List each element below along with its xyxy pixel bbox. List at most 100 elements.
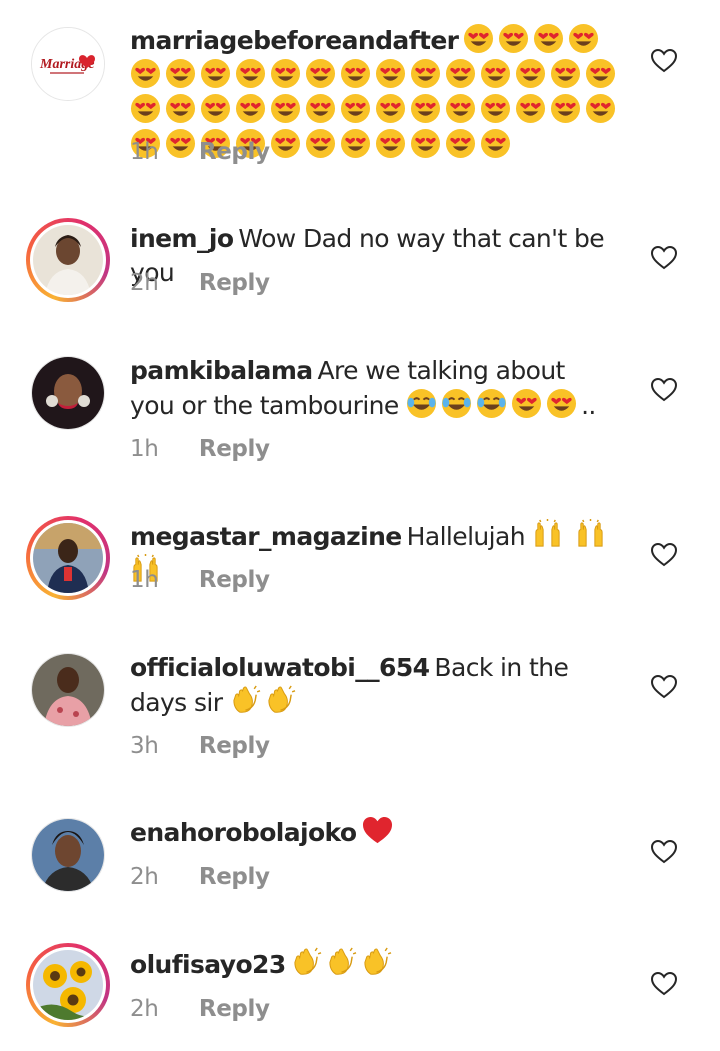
heart-eyes-emoji <box>235 58 266 89</box>
heart-eyes-emoji <box>270 128 301 159</box>
comment-username[interactable]: olufisayo23 <box>130 950 286 979</box>
heart-eyes-emoji <box>480 58 511 89</box>
heart-eyes-emoji <box>550 93 581 124</box>
heart-eyes-emoji <box>585 93 616 124</box>
avatar[interactable] <box>26 218 110 302</box>
avatar[interactable] <box>26 648 110 732</box>
avatar-photo <box>33 950 103 1020</box>
comment-meta: 2h Reply <box>130 270 270 296</box>
heart-eyes-emoji <box>499 23 529 54</box>
avatar[interactable] <box>26 516 110 600</box>
avatar-photo <box>31 818 105 892</box>
heart-eyes-emoji <box>515 93 546 124</box>
avatar-photo <box>33 523 103 593</box>
heart-eyes-emoji <box>550 58 581 89</box>
heart-outline-icon[interactable] <box>651 378 677 402</box>
clapping-hands-emoji <box>233 685 261 713</box>
heart-eyes-emoji <box>340 58 371 89</box>
heart-eyes-emoji <box>130 93 161 124</box>
heart-eyes-emoji <box>305 93 336 124</box>
comment-time: 1h <box>130 139 159 165</box>
reply-button[interactable]: Reply <box>199 864 270 890</box>
avatar[interactable] <box>26 351 110 435</box>
clapping-hands-emoji <box>329 947 356 975</box>
heart-eyes-emoji <box>235 93 266 124</box>
comment-username[interactable]: megastar_magazine <box>130 522 402 551</box>
heart-outline-icon[interactable] <box>651 675 677 699</box>
tears-of-joy-emoji <box>442 388 472 419</box>
heart-eyes-emoji <box>270 93 301 124</box>
heart-eyes-emoji <box>445 128 476 159</box>
comment-time: 3h <box>130 733 159 759</box>
comment-username[interactable]: pamkibalama <box>130 356 313 385</box>
comment-emojis <box>406 388 581 420</box>
comment-body: Hallelujah <box>406 522 526 551</box>
avatar-photo <box>31 653 105 727</box>
clapping-hands-emoji <box>294 947 321 975</box>
tears-of-joy-emoji <box>407 388 437 419</box>
heart-eyes-emoji <box>585 58 616 89</box>
comment-text: officialoluwatobi__654 Back in the days s… <box>130 651 630 720</box>
heart-outline-icon[interactable] <box>651 246 677 270</box>
comment-text: olufisayo23 <box>130 947 630 982</box>
reply-button[interactable]: Reply <box>199 436 270 462</box>
comment-meta: 2h Reply <box>130 996 270 1022</box>
comment-meta: 2h Reply <box>130 864 270 890</box>
reply-button[interactable]: Reply <box>199 139 270 165</box>
heart-eyes-emoji <box>410 128 441 159</box>
heart-eyes-emoji <box>270 58 301 89</box>
avatar[interactable] <box>26 813 110 897</box>
heart-outline-icon[interactable] <box>651 972 677 996</box>
comment-meta: 3h Reply <box>130 733 270 759</box>
heart-eyes-emoji <box>480 93 511 124</box>
comment-time: 2h <box>130 864 159 890</box>
clapping-hands-emoji <box>364 947 391 975</box>
avatar-logo-image: Marriage <box>31 27 105 101</box>
reply-button[interactable]: Reply <box>199 996 270 1022</box>
heart-outline-icon[interactable] <box>651 840 677 864</box>
comment-meta: 1h Reply <box>130 139 270 165</box>
comment-username[interactable]: marriagebeforeandafter <box>130 26 459 55</box>
heart-outline-icon[interactable] <box>651 49 677 73</box>
avatar[interactable]: Marriage <box>26 22 110 106</box>
heart-eyes-emoji <box>130 58 161 89</box>
comment-time: 1h <box>130 567 159 593</box>
avatar[interactable] <box>26 943 110 1027</box>
comment-text: pamkibalama Are we talking about you or t… <box>130 354 610 423</box>
heart-eyes-emoji <box>200 93 231 124</box>
avatar-photo <box>31 356 105 430</box>
reply-button[interactable]: Reply <box>199 567 270 593</box>
reply-button[interactable]: Reply <box>199 733 270 759</box>
comment-emojis <box>230 685 300 717</box>
avatar-photo <box>33 225 103 295</box>
raising-hands-emoji <box>535 519 560 547</box>
heart-eyes-emoji <box>480 128 511 159</box>
comment-trailing: .. <box>581 391 596 420</box>
red-heart-emoji <box>362 816 392 844</box>
comment-meta: 1h Reply <box>130 436 270 462</box>
tears-of-joy-emoji <box>477 388 507 419</box>
heart-eyes-emoji <box>464 23 494 54</box>
heart-eyes-emoji <box>305 128 336 159</box>
heart-eyes-emoji <box>512 388 542 419</box>
comment-meta: 1h Reply <box>130 567 270 593</box>
heart-eyes-emoji <box>375 58 406 89</box>
comment-username[interactable]: officialoluwatobi__654 <box>130 653 430 682</box>
heart-eyes-emoji <box>445 58 476 89</box>
comment-username[interactable]: inem_jo <box>130 224 234 253</box>
comment-emojis <box>291 947 396 979</box>
heart-eyes-emoji <box>445 93 476 124</box>
heart-eyes-emoji <box>375 128 406 159</box>
heart-eyes-emoji <box>340 128 371 159</box>
comment-emojis <box>362 816 397 847</box>
heart-eyes-emoji <box>165 93 196 124</box>
heart-eyes-emoji <box>200 58 231 89</box>
comment-text: enahorobolajoko <box>130 815 630 850</box>
reply-button[interactable]: Reply <box>199 270 270 296</box>
heart-eyes-emoji <box>534 23 564 54</box>
heart-eyes-emoji <box>410 93 441 124</box>
heart-eyes-emoji <box>305 58 336 89</box>
comment-username[interactable]: enahorobolajoko <box>130 818 357 847</box>
comment-time: 2h <box>130 996 159 1022</box>
heart-outline-icon[interactable] <box>651 543 677 567</box>
